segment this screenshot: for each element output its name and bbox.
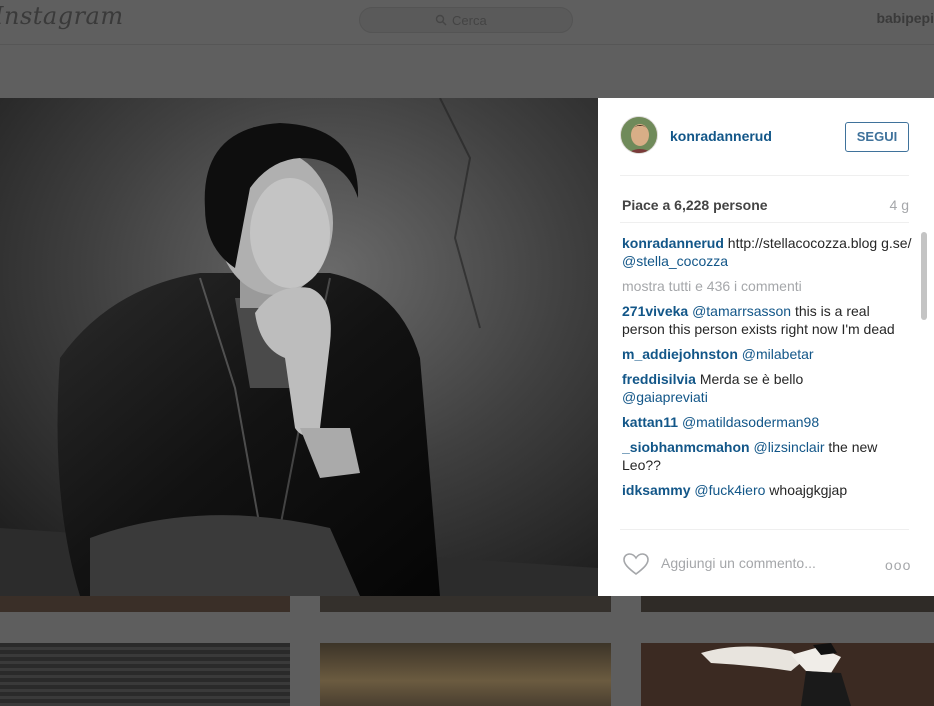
comment-author[interactable]: freddisilvia xyxy=(622,371,696,387)
post-photo[interactable] xyxy=(0,98,598,596)
grid-thumbnail[interactable] xyxy=(641,596,934,612)
divider xyxy=(620,175,909,176)
mention-link[interactable]: @matildasoderman98 xyxy=(682,414,819,430)
divider xyxy=(620,222,909,223)
comment: freddisilvia Merda se è bello @gaiaprevi… xyxy=(622,370,914,406)
header-divider xyxy=(0,44,934,45)
comment: kattan11 @matildasoderman98 xyxy=(622,413,914,431)
search-icon xyxy=(435,14,447,26)
instagram-logo[interactable]: Instagram xyxy=(0,2,124,30)
more-options-icon[interactable]: ooo xyxy=(885,557,911,573)
add-comment-input[interactable]: Aggiungi un commento... xyxy=(661,555,816,571)
post-details-panel: konradannerud SEGUI Piace a 6,228 person… xyxy=(598,98,934,596)
page-header: Instagram Cerca babipepi xyxy=(0,0,934,98)
comment: _siobhanmcmahon @lizsinclair the new Leo… xyxy=(622,438,914,474)
post-author[interactable]: konradannerud xyxy=(670,128,772,144)
search-box[interactable]: Cerca xyxy=(359,7,573,33)
comment-author[interactable]: idksammy xyxy=(622,482,690,498)
avatar[interactable] xyxy=(620,116,658,154)
comment-author[interactable]: _siobhanmcmahon xyxy=(622,439,750,455)
scrollbar-thumb[interactable] xyxy=(921,232,927,320)
grid-thumbnail[interactable] xyxy=(320,596,611,612)
search-placeholder: Cerca xyxy=(452,13,487,28)
comment: m_addiejohnston @milabetar xyxy=(622,345,914,363)
caption: konradannerud http://stellacocozza.blog … xyxy=(622,234,914,270)
comment-author[interactable]: konradannerud xyxy=(622,235,724,251)
comment-author[interactable]: 271viveka xyxy=(622,303,688,319)
comment-author[interactable]: m_addiejohnston xyxy=(622,346,738,362)
comments-list[interactable]: konradannerud http://stellacocozza.blog … xyxy=(622,234,914,528)
show-all-comments-link[interactable]: mostra tutti e 436 i commenti xyxy=(622,277,914,295)
comment-author[interactable]: kattan11 xyxy=(622,414,678,430)
comments-scrollbar[interactable] xyxy=(920,232,928,528)
mention-link[interactable]: @milabetar xyxy=(742,346,814,362)
grid-thumbnail[interactable] xyxy=(320,643,611,706)
grid-thumbnail[interactable] xyxy=(641,643,934,706)
avatar-image xyxy=(621,117,657,153)
follow-button[interactable]: SEGUI xyxy=(845,122,909,152)
comment: 271viveka @tamarrsasson this is a real p… xyxy=(622,302,914,338)
likes-count[interactable]: Piace a 6,228 persone xyxy=(622,197,768,213)
mention-link[interactable]: @fuck4iero xyxy=(694,482,765,498)
mention-link[interactable]: @lizsinclair xyxy=(753,439,824,455)
grid-thumbnail[interactable] xyxy=(0,643,290,706)
heart-outline-icon[interactable] xyxy=(622,552,650,576)
dancer-figure xyxy=(641,643,934,706)
mention-link[interactable]: @stella_cocozza xyxy=(622,253,728,269)
comment: idksammy @fuck4iero whoajgkgjap xyxy=(622,481,914,499)
portrait-image xyxy=(0,98,598,596)
comment-text: whoajgkgjap xyxy=(765,482,848,498)
comment-text: Merda se è bello xyxy=(699,371,804,387)
caption-link[interactable]: http://stellacocozza.blog g.se/ xyxy=(728,235,912,251)
divider xyxy=(620,529,909,530)
mention-link[interactable]: @tamarrsasson xyxy=(692,303,791,319)
current-user-link[interactable]: babipepi xyxy=(876,10,934,26)
mention-link[interactable]: @gaiapreviati xyxy=(622,389,708,405)
grid-thumbnail[interactable] xyxy=(0,596,290,612)
post-age: 4 g xyxy=(889,197,909,213)
